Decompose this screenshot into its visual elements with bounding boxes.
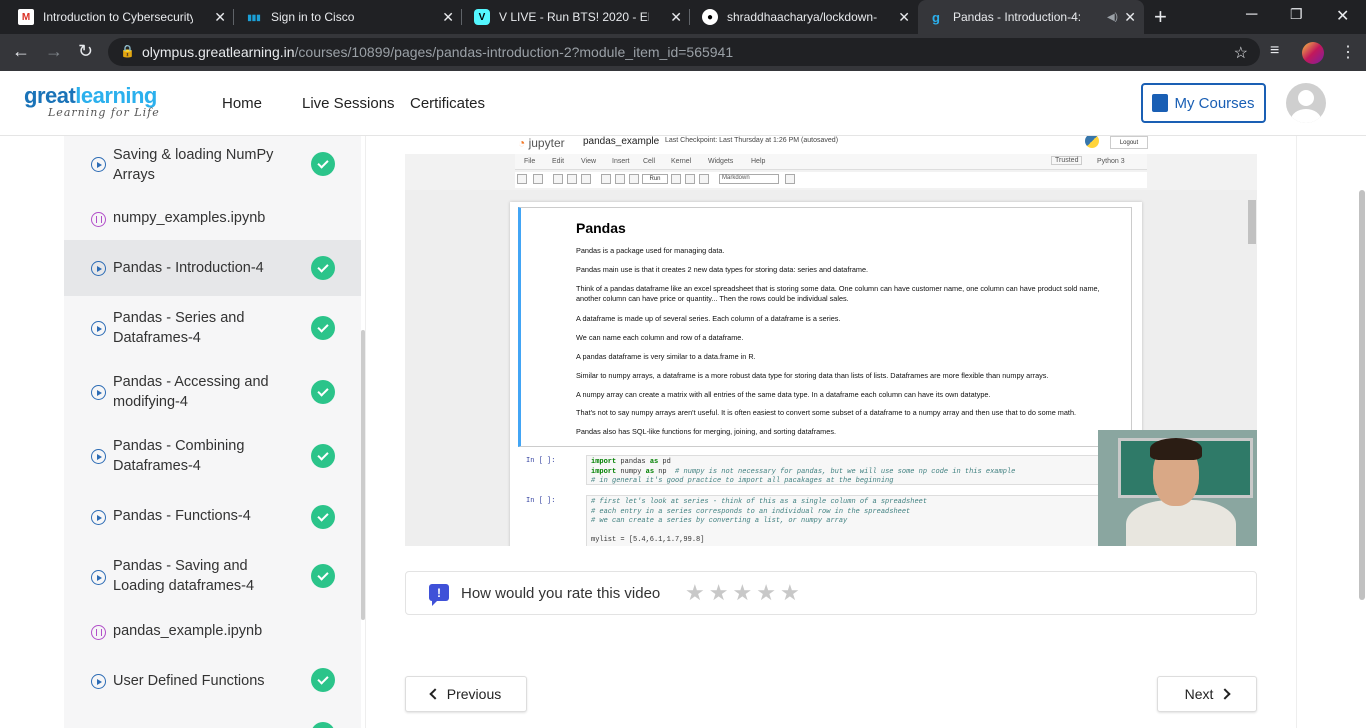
browser-tab-bar: M Introduction to Cybersecurity ( ✕ ▮▮▮ …: [0, 0, 1366, 34]
completed-check-icon: [311, 564, 335, 588]
play-icon: [91, 510, 106, 525]
vlive-icon: V: [474, 9, 490, 25]
new-tab-button[interactable]: +: [1154, 4, 1167, 30]
tab-title: Sign in to Cisco: [271, 10, 355, 24]
nav-certificates[interactable]: Certificates: [410, 95, 485, 112]
browser-profile-avatar[interactable]: [1302, 42, 1324, 64]
completed-check-icon: [311, 668, 335, 692]
completed-check-icon: [311, 722, 335, 728]
nav-live-sessions[interactable]: Live Sessions: [302, 95, 395, 112]
cisco-icon: ▮▮▮: [247, 12, 261, 22]
sidebar-item[interactable]: Pandas - Functions-4: [64, 488, 361, 544]
gmail-icon: M: [18, 9, 34, 25]
previous-button[interactable]: Previous: [405, 676, 527, 712]
browser-tab[interactable]: ▮▮▮ Sign in to Cisco ✕: [236, 0, 462, 34]
play-icon: [91, 449, 106, 464]
completed-check-icon: [311, 256, 335, 280]
close-icon[interactable]: ✕: [670, 9, 682, 26]
speaker-icon[interactable]: ◀): [1107, 12, 1118, 23]
play-icon: [91, 261, 106, 276]
star-icon[interactable]: ★: [756, 581, 776, 605]
close-icon[interactable]: ✕: [442, 9, 454, 26]
jupyter-menu: File Edit View Insert Cell Kernel Widget…: [515, 154, 1147, 170]
browser-tab[interactable]: M Introduction to Cybersecurity ( ✕: [8, 0, 234, 34]
menu-kebab-icon[interactable]: ⋮: [1340, 42, 1356, 62]
bookmark-star-icon[interactable]: ☆: [1234, 42, 1248, 66]
browser-toolbar: ← → ↻ 🔒 olympus.greatlearning.in/courses…: [0, 34, 1366, 71]
completed-check-icon: [311, 316, 335, 340]
next-button[interactable]: Next: [1157, 676, 1257, 712]
completed-check-icon: [311, 152, 335, 176]
tab-title: Introduction to Cybersecurity (: [43, 10, 193, 24]
sidebar-item[interactable]: Pandas - Series and Dataframes-4: [64, 296, 361, 360]
user-avatar[interactable]: [1286, 83, 1326, 123]
greatlearning-logo[interactable]: greatlearning Learning for Life: [24, 85, 160, 119]
sidebar-item[interactable]: Pandas - Combining Dataframes-4: [64, 424, 361, 488]
star-icon[interactable]: ★: [709, 581, 729, 605]
video-rating-panel: ! How would you rate this video ★ ★ ★ ★ ★: [405, 571, 1257, 615]
code-cell: # first let's look at series - think of …: [586, 495, 1116, 546]
sidebar-item[interactable]: Pandas - Accessing and modifying-4: [64, 360, 361, 424]
browser-tab[interactable]: V V LIVE - Run BTS! 2020 - EP.92 ✕: [464, 0, 690, 34]
star-icon[interactable]: ★: [685, 581, 705, 605]
sidebar-item[interactable]: [64, 716, 361, 728]
browser-tab[interactable]: ● shraddhaacharya/lockdown-ce ✕: [692, 0, 918, 34]
sidebar-item[interactable]: Saving & loading NumPy Arrays: [64, 136, 361, 194]
chevron-left-icon: [429, 688, 441, 700]
tab-title: V LIVE - Run BTS! 2020 - EP.92: [499, 10, 649, 24]
tab-title: Pandas - Introduction-4: P: [953, 10, 1083, 24]
play-icon: [91, 157, 106, 172]
star-icon[interactable]: ★: [780, 581, 800, 605]
play-icon: [91, 674, 106, 689]
notebook-icon: [91, 212, 106, 227]
jupyter-toolbar: Run Markdown: [515, 172, 1147, 188]
book-icon: [1152, 94, 1169, 112]
restore-button[interactable]: ❐: [1290, 6, 1303, 23]
url-text[interactable]: olympus.greatlearning.in/courses/10899/p…: [142, 44, 733, 60]
reload-button[interactable]: ↻: [78, 41, 93, 62]
nav-home[interactable]: Home: [222, 95, 262, 112]
tab-title: shraddhaacharya/lockdown-ce: [727, 10, 877, 24]
play-icon: [91, 321, 106, 336]
play-icon: [91, 385, 106, 400]
sidebar-item[interactable]: numpy_examples.ipynb: [64, 194, 361, 240]
sidebar-item-active[interactable]: Pandas - Introduction-4: [64, 240, 361, 296]
instructor-webcam: [1098, 430, 1257, 546]
sidebar-item[interactable]: Pandas - Saving and Loading dataframes-4: [64, 544, 361, 608]
close-window-button[interactable]: ✕: [1336, 6, 1349, 26]
close-icon[interactable]: ✕: [214, 9, 226, 26]
code-cell: import pandas as pd import numpy as np #…: [586, 455, 1116, 485]
back-button[interactable]: ←: [12, 41, 30, 62]
sidebar-item[interactable]: pandas_example.ipynb: [64, 608, 361, 656]
star-icon[interactable]: ★: [732, 581, 752, 605]
close-icon[interactable]: ✕: [898, 9, 910, 26]
sidebar-item[interactable]: User Defined Functions: [64, 656, 361, 706]
course-module-sidebar: Saving & loading NumPy Arrays numpy_exam…: [64, 136, 361, 728]
github-icon: ●: [702, 9, 718, 25]
completed-check-icon: [311, 380, 335, 404]
site-header: greatlearning Learning for Life Home Liv…: [0, 71, 1366, 136]
notebook-icon: [91, 625, 106, 640]
close-icon[interactable]: ✕: [1124, 9, 1136, 26]
browser-tab-active[interactable]: g Pandas - Introduction-4: P ◀) ✕: [918, 0, 1144, 34]
completed-check-icon: [311, 505, 335, 529]
lock-icon[interactable]: 🔒: [120, 44, 135, 58]
chevron-right-icon: [1219, 688, 1232, 700]
feedback-chat-icon: !: [429, 584, 449, 606]
media-control-icon[interactable]: ≡: [1270, 42, 1279, 60]
greatlearning-icon: g: [932, 9, 940, 25]
play-icon: [91, 570, 106, 585]
markdown-cell: Pandas Pandas is a package used for mana…: [518, 207, 1132, 447]
completed-check-icon: [311, 444, 335, 468]
video-player[interactable]: ◔ jupyter pandas_example Last Checkpoint…: [405, 136, 1257, 546]
jupyter-logo: ◔ jupyter: [518, 136, 565, 150]
forward-button[interactable]: →: [45, 41, 63, 62]
minimize-button[interactable]: ─: [1246, 6, 1257, 24]
page-scrollbar[interactable]: [1359, 190, 1365, 600]
my-courses-button[interactable]: My Courses: [1141, 83, 1266, 123]
address-bar[interactable]: 🔒 olympus.greatlearning.in/courses/10899…: [108, 38, 1260, 66]
star-rating: ★ ★ ★ ★ ★: [685, 581, 800, 605]
python-logo-icon: [1085, 136, 1099, 148]
